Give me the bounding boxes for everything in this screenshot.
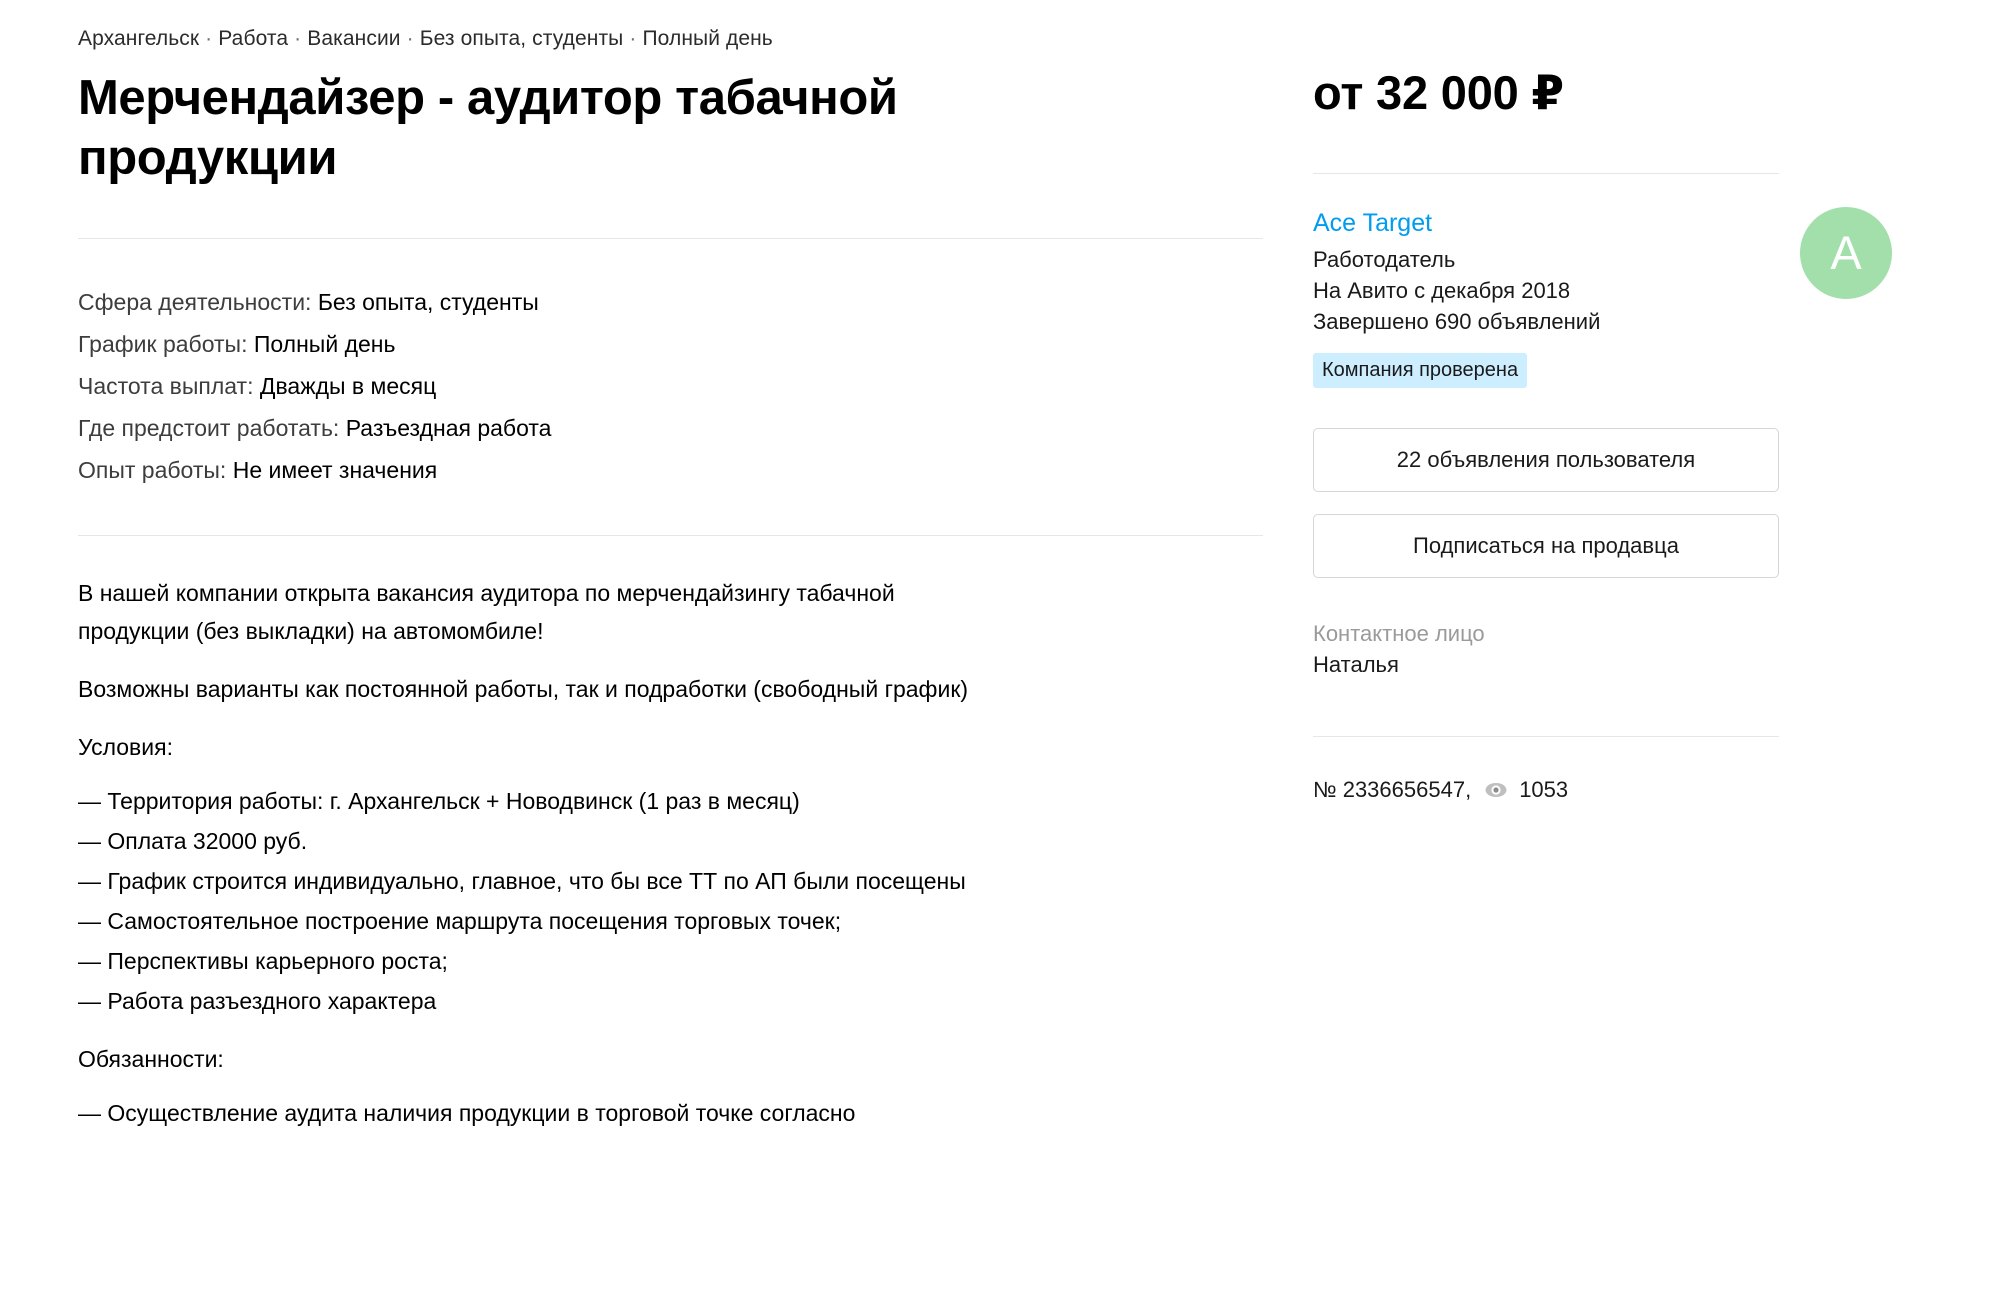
param-row: Где предстоит работать: Разъездная работ… bbox=[78, 407, 1228, 449]
user-ads-button[interactable]: 22 объявления пользователя bbox=[1313, 428, 1779, 492]
breadcrumb-item-vacancies[interactable]: Вакансии bbox=[307, 27, 400, 50]
param-value: Разъездная работа bbox=[345, 415, 552, 441]
list-item: — Перспективы карьерного роста; bbox=[78, 948, 448, 974]
breadcrumb-item-work[interactable]: Работа bbox=[218, 27, 288, 50]
param-row: Частота выплат: Дважды в месяц bbox=[78, 365, 1228, 407]
param-label: Частота выплат: bbox=[78, 373, 254, 399]
param-label: Сфера деятельности: bbox=[78, 289, 312, 315]
param-label: Опыт работы: bbox=[78, 457, 227, 483]
description-line: Возможны варианты как постоянной работы,… bbox=[78, 676, 969, 702]
description-line: продукции (без выкладки) на автомомбиле! bbox=[78, 618, 544, 644]
views-count: 1053 bbox=[1519, 777, 1569, 802]
seller-name-link[interactable]: Ace Target bbox=[1313, 207, 1432, 239]
ad-meta: № 2336656547, 1053 bbox=[1313, 776, 1940, 804]
avatar: A bbox=[1800, 207, 1892, 299]
contact-block: Контактное лицо Наталья bbox=[1313, 618, 1940, 680]
param-value: Дважды в месяц bbox=[259, 373, 437, 399]
breadcrumb-separator: · bbox=[629, 27, 637, 50]
description-line: В нашей компании открыта вакансия аудито… bbox=[78, 580, 895, 606]
ad-number: № 2336656547, bbox=[1313, 777, 1472, 802]
param-value: Полный день bbox=[253, 331, 396, 357]
breadcrumb-separator: · bbox=[294, 27, 302, 50]
param-label: График работы: bbox=[78, 331, 248, 357]
seller-completed-ads: Завершено 690 объявлений bbox=[1313, 309, 1601, 334]
param-row: Сфера деятельности: Без опыта, студенты bbox=[78, 281, 1228, 323]
page-title: Мерчендайзер - аудитор табачной продукци… bbox=[78, 71, 898, 185]
contact-name: Наталья bbox=[1313, 652, 1399, 677]
description-body: В нашей компании открыта вакансия аудито… bbox=[78, 536, 1228, 1128]
param-row: Опыт работы: Не имеет значения bbox=[78, 449, 1228, 491]
param-label: Где предстоит работать: bbox=[78, 415, 340, 441]
seller-block: A Ace Target Работодатель На Авито с дек… bbox=[1313, 174, 1940, 804]
subscribe-button[interactable]: Подписаться на продавца bbox=[1313, 514, 1779, 578]
status-badge: Компания проверена bbox=[1313, 353, 1528, 388]
divider-above-ad-meta bbox=[1313, 736, 1779, 737]
list-item: — Осуществление аудита наличия продукции… bbox=[78, 1100, 856, 1126]
param-value: Без опыта, студенты bbox=[317, 289, 539, 315]
list-item: — Самостоятельное построение маршрута по… bbox=[78, 908, 842, 934]
list-item: — Оплата 32000 руб. bbox=[78, 828, 308, 854]
breadcrumb-item-experience[interactable]: Без опыта, студенты bbox=[420, 27, 624, 50]
breadcrumb-item-schedule[interactable]: Полный день bbox=[642, 27, 772, 50]
sidebar: от 32 000 ₽ A Ace Target Работодатель На… bbox=[1313, 26, 1940, 804]
list-item: — Территория работы: г. Архангельск + Но… bbox=[78, 788, 800, 814]
price: от 32 000 ₽ bbox=[1313, 66, 1564, 119]
breadcrumb-item-city[interactable]: Архангельск bbox=[78, 27, 199, 50]
description-paragraph-options: Возможны варианты как постоянной работы,… bbox=[78, 674, 1188, 704]
listing-page: Архангельск · Работа · Вакансии · Без опыта, с… bbox=[0, 0, 2000, 1290]
breadcrumb-separator: · bbox=[406, 27, 414, 50]
page-columns: Архангельск · Работа · Вакансии · Без опыта, с… bbox=[0, 0, 2000, 1156]
contact-label: Контактное лицо bbox=[1313, 621, 1485, 646]
description-paragraph-intro: В нашей компании открыта вакансия аудито… bbox=[78, 578, 1188, 646]
list-item: — Работа разъездного характера bbox=[78, 988, 437, 1014]
eye-icon bbox=[1485, 779, 1507, 801]
breadcrumb-separator: · bbox=[205, 27, 213, 50]
param-value: Не имеет значения bbox=[232, 457, 438, 483]
param-row: График работы: Полный день bbox=[78, 323, 1228, 365]
breadcrumb: Архангельск · Работа · Вакансии · Без опыта, с… bbox=[78, 26, 1228, 52]
conditions-heading: Условия: bbox=[78, 734, 173, 760]
duties-list: — Осуществление аудита наличия продукции… bbox=[78, 1098, 1228, 1128]
conditions-list: — Территория работы: г. Архангельск + Но… bbox=[78, 786, 1228, 1016]
params-list: Сфера деятельности: Без опыта, студенты … bbox=[78, 239, 1228, 535]
duties-heading: Обязанности: bbox=[78, 1046, 224, 1072]
main-column: Архангельск · Работа · Вакансии · Без опыта, с… bbox=[78, 26, 1313, 1156]
list-item: — График строится индивидуально, главное… bbox=[78, 868, 966, 894]
